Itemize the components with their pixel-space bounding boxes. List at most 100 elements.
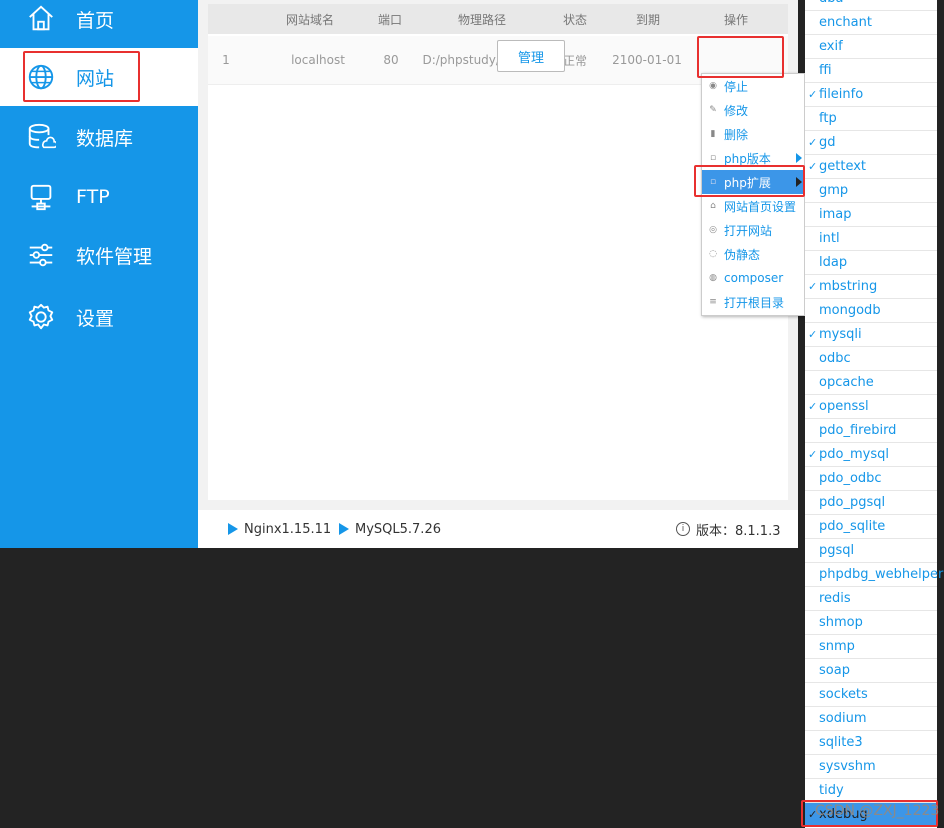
extension-label: imap [819,207,852,222]
menu-item-0[interactable]: ◉ 停止 [702,74,804,98]
row-index: 1 [222,53,230,67]
col-status: 状态 [562,12,587,27]
trash-icon: ▮ [710,129,716,139]
sidebar-item-4[interactable]: 软件管理 [0,226,198,284]
menu-item-9[interactable]: ≡ 打开根目录 [702,290,804,314]
ftp-icon [26,182,58,214]
extension-item[interactable]: pdo_firebird [805,419,937,443]
extension-item[interactable]: imap [805,203,937,227]
sliders-icon [26,240,58,272]
menu-item-label: 停止 [724,79,749,94]
sidebar: 首页网站数据库 FTP 软件管理设置 [0,0,198,548]
edit-icon: ✎ [709,105,717,115]
extension-item[interactable]: ✓ mysqli [805,323,937,347]
extension-label: sodium [819,711,867,726]
manage-button[interactable]: 管理 [497,40,565,72]
play-icon [339,523,349,535]
extension-item[interactable]: shmop [805,611,937,635]
extension-item[interactable]: pdo_odbc [805,467,937,491]
menu-item-label: 打开根目录 [724,295,785,310]
homepage-icon: ⌂ [710,201,716,211]
php-version-icon: ▫ [709,153,717,163]
sidebar-item-label: 数据库 [76,127,134,150]
home-icon [26,3,58,35]
extension-label: pdo_odbc [819,471,882,486]
menu-item-3[interactable]: ▫ php版本 [702,146,804,170]
play-icon [228,523,238,535]
extension-label: pdo_mysql [819,447,889,462]
extension-item[interactable]: enchant [805,11,937,35]
extension-label: mongodb [819,303,881,318]
sidebar-item-2[interactable]: 数据库 [0,108,198,166]
extension-item[interactable]: ftp [805,107,937,131]
extension-label: mbstring [819,279,878,294]
extension-item[interactable]: pgsql [805,539,937,563]
extension-item[interactable]: ldap [805,251,937,275]
extension-item[interactable]: ffi [805,59,937,83]
database-icon [26,122,58,154]
col-path: 物理路径 [457,12,506,27]
extension-item[interactable]: ✓ pdo_mysql [805,443,937,467]
sidebar-item-5[interactable]: 设置 [0,288,198,346]
extension-item[interactable]: opcache [805,371,937,395]
extension-item[interactable]: ✓ mbstring [805,275,937,299]
extension-item[interactable]: gmp [805,179,937,203]
extension-label: exif [819,39,843,54]
submenu-arrow-icon [796,177,802,187]
extension-item[interactable]: pdo_sqlite [805,515,937,539]
table-header: 网站域名 端口 物理路径 状态 到期 操作 [208,4,788,34]
extension-item[interactable]: sodium [805,707,937,731]
menu-item-8[interactable]: ◍ composer [702,266,804,290]
menu-item-label: composer [724,271,784,285]
extension-label: redis [819,591,851,606]
mysql-status[interactable]: MySQL5.7.26 [339,510,441,548]
extension-item[interactable]: odbc [805,347,937,371]
menu-item-5[interactable]: ⌂ 网站首页设置 [702,194,804,218]
extension-item[interactable]: sysvshm [805,755,937,779]
menu-item-2[interactable]: ▮ 删除 [702,122,804,146]
col-expire: 到期 [635,12,660,27]
extension-item[interactable]: phpdbg_webhelper [805,563,943,587]
version-label: 版本：8.1.1.3 [696,523,781,539]
menu-item-4[interactable]: ▫ php扩展 [702,170,804,194]
extension-item[interactable]: exif [805,35,937,59]
extension-item[interactable]: snmp [805,635,937,659]
checkmark-icon: ✓ [808,160,818,173]
extension-label: odbc [819,351,851,366]
extension-item[interactable]: ✓ xdebug [805,803,937,827]
version-info: i 版本：8.1.1.3 [676,510,780,548]
col-action: 操作 [723,12,748,27]
sidebar-item-1[interactable]: 网站 [0,48,198,106]
sidebar-item-0[interactable]: 首页 [0,0,198,38]
folder-icon: ≡ [709,297,717,307]
app-window: 首页网站数据库 FTP 软件管理设置 网站域名 端口 物理路径 状态 到期 操作 1… [0,0,798,548]
extension-item[interactable]: mongodb [805,299,937,323]
extension-item[interactable]: redis [805,587,937,611]
extension-label: mysqli [819,327,862,342]
menu-item-7[interactable]: ◌ 伪静态 [702,242,804,266]
checkmark-icon: ✓ [808,88,818,101]
row-port: 80 [383,53,399,67]
rewrite-icon: ◌ [709,249,717,259]
checkmark-icon: ✓ [808,448,818,461]
extension-label: ffi [819,63,832,78]
nginx-status[interactable]: Nginx1.15.11 [228,510,331,548]
sidebar-item-3[interactable]: FTP [0,168,198,226]
extension-item[interactable]: ✓ fileinfo [805,83,937,107]
extension-item[interactable]: sockets [805,683,937,707]
extension-item[interactable]: intl [805,227,937,251]
extension-label: opcache [819,375,874,390]
menu-item-6[interactable]: ◎ 打开网站 [702,218,804,242]
extension-item[interactable]: ✓ openssl [805,395,937,419]
extension-label: gd [819,135,836,150]
extension-item[interactable]: ✓ gettext [805,155,937,179]
extension-item[interactable]: ✓ gd [805,131,937,155]
extension-item[interactable]: soap [805,659,937,683]
col-domain: 网站域名 [285,12,334,27]
extension-item[interactable]: tidy [805,779,937,803]
extension-item[interactable]: pdo_pgsql [805,491,937,515]
menu-item-1[interactable]: ✎ 修改 [702,98,804,122]
sidebar-item-label: 软件管理 [76,245,153,268]
extension-item[interactable]: dba [805,0,937,11]
extension-item[interactable]: sqlite3 [805,731,937,755]
